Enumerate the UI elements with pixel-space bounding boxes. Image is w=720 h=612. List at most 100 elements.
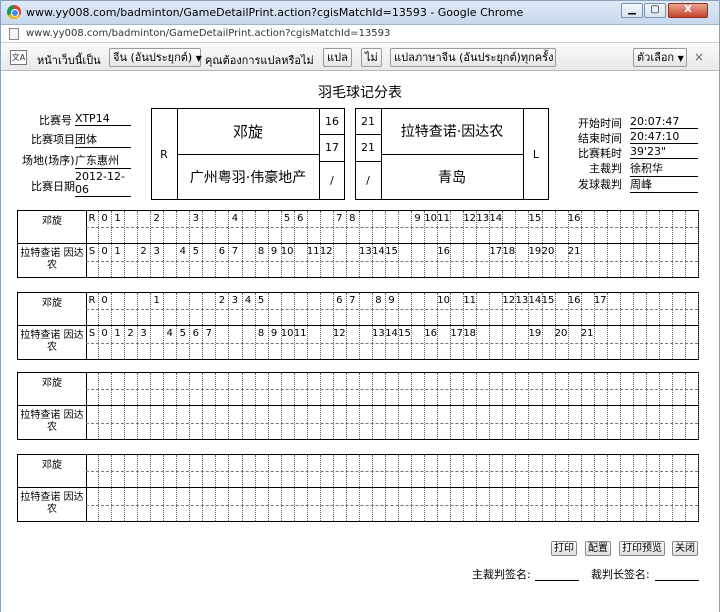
grid-column-line [124, 293, 126, 359]
grid-player1-name: 邓旋 [42, 459, 62, 471]
grid-column-line [176, 293, 178, 359]
score-cell: 7 [231, 246, 239, 257]
grid-column-line [658, 373, 660, 439]
left-game3-score: / [330, 174, 334, 187]
date-value: 2012-12-06 [75, 170, 131, 197]
grid-column-line [241, 455, 243, 521]
grid-column-line [489, 293, 491, 359]
print-button[interactable]: 打印 [551, 541, 577, 556]
minimize-button[interactable]: ▁ [621, 3, 643, 18]
print-preview-button[interactable]: 打印预览 [619, 541, 665, 556]
score-cell: 14 [385, 328, 398, 339]
left-player-team: 广州粤羽·伟豪地产 [189, 170, 307, 186]
score-cell: 11 [306, 246, 320, 257]
translate-button[interactable]: แปล [323, 48, 352, 67]
close-icon[interactable]: × [694, 50, 704, 64]
grid-column-line [124, 455, 126, 521]
url-text[interactable]: www.yy008.com/badminton/GameDetailPrint.… [26, 28, 390, 39]
grid-column-line [150, 373, 152, 439]
grid-column-line [645, 455, 647, 521]
grid-column-line [619, 373, 621, 439]
duration-label: 比赛耗时 [578, 147, 622, 160]
grid-column-line [645, 211, 647, 277]
grid-column-line [306, 455, 308, 521]
grid-column-line [502, 455, 504, 521]
score-cell: 3 [192, 213, 199, 224]
score-cell: 15 [385, 246, 398, 257]
grid-column-line [358, 455, 360, 521]
umpire-value: 徐积华 [630, 160, 698, 177]
grid-column-line [424, 373, 426, 439]
score-cell: 8 [375, 295, 382, 306]
address-bar[interactable]: www.yy008.com/badminton/GameDetailPrint.… [1, 25, 719, 43]
score-cell: 10 [280, 328, 294, 339]
grid-column-line [358, 293, 360, 359]
score-cell: 8 [257, 328, 265, 339]
score-cell: 5 [283, 213, 291, 224]
grid-column-line [111, 293, 112, 359]
score-cell: 20 [554, 328, 568, 339]
translate-question: คุณต้องการแปลหรือไม่ [205, 54, 314, 67]
grid-column-line [528, 455, 530, 521]
grid-column-line [450, 455, 452, 521]
score-cell: 2 [218, 295, 226, 306]
grid-column-line [371, 211, 373, 277]
no-translate-button[interactable]: ไม่ [361, 48, 382, 67]
left-game2-score: 17 [325, 141, 339, 154]
window-title: www.yy008.com/badminton/GameDetailPrint.… [26, 6, 524, 19]
grid-player2-name: 拉特查诺 因达农 [20, 330, 84, 353]
end-label: 结束时间 [578, 132, 622, 145]
grid-column-line [554, 293, 556, 359]
grid-column-line [424, 293, 426, 359]
maximize-button[interactable]: ▢ [644, 3, 666, 18]
score-cell: 5 [179, 328, 186, 339]
language-select[interactable]: จีน (อันประยุกต์) ▼ [109, 48, 202, 67]
game-grid: 邓旋 拉特查诺 因达农 [17, 372, 699, 440]
score-cell: 13 [372, 328, 385, 339]
options-button[interactable]: ตัวเลือก ▼ [633, 48, 687, 67]
language-select-label: จีน (อันประยุกต์) [113, 51, 193, 64]
grid-column-line [450, 373, 452, 439]
grid-column-line [671, 373, 673, 439]
grid-column-line [385, 211, 386, 277]
grid-column-line [645, 293, 647, 359]
grid-column-line [176, 455, 178, 521]
score-cell: 18 [463, 328, 477, 339]
event-value: 团体 [75, 131, 131, 148]
score-cell: 10 [424, 213, 437, 224]
grid-column-line [671, 455, 673, 521]
translate-icon: 文A [10, 50, 27, 65]
score-cell: 12 [319, 246, 333, 257]
grid-column-line [698, 293, 699, 359]
score-cell: 5 [192, 246, 199, 257]
grid-column-line [150, 455, 152, 521]
grid-column-line [515, 211, 517, 277]
grid-column-line [437, 455, 439, 521]
score-cell: 15 [528, 213, 542, 224]
score-cell: 12 [502, 295, 516, 306]
score-cell: 9 [414, 213, 421, 224]
grid-column-line [137, 211, 139, 277]
grid-column-line [163, 373, 165, 439]
grid-column-line [437, 373, 439, 439]
always-translate-button[interactable]: แปลภาษาจีน (อันประยุกต์)ทุกครั้ง [390, 48, 556, 67]
date-label: 比赛日期 [31, 180, 75, 193]
score-cell: 17 [450, 328, 464, 339]
grid-column-line [489, 373, 491, 439]
grid-column-line [424, 455, 426, 521]
close-window-button[interactable]: X [668, 3, 708, 18]
score-cell: 11 [463, 295, 477, 306]
grid-column-line [593, 211, 595, 277]
start-value: 20:07:47 [630, 115, 698, 129]
title-bar[interactable]: www.yy008.com/badminton/GameDetailPrint.… [1, 1, 719, 25]
grid-column-line [137, 373, 139, 439]
grid-column-line [502, 211, 504, 277]
print-setup-button[interactable]: 配置 [585, 541, 611, 556]
grid-column-line [580, 455, 582, 521]
grid-column-line [163, 293, 165, 359]
grid-column-line [163, 211, 165, 277]
close-sheet-button[interactable]: 关闭 [672, 541, 698, 556]
grid-column-line [606, 373, 608, 439]
grid-column-line [215, 373, 217, 439]
translate-bar: 文A หน้าเว็บนี้เป็น จีน (อันประยุกต์) ▼ ค… [1, 44, 719, 71]
